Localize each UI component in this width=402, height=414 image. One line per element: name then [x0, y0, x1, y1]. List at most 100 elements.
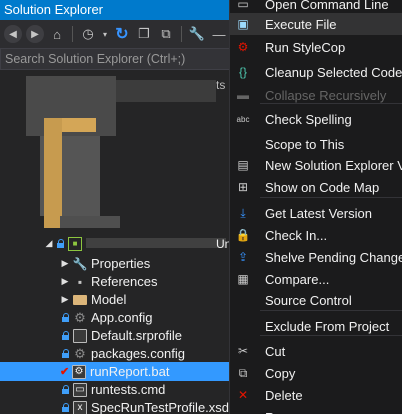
tree-item[interactable]: ▶ Model: [0, 290, 240, 309]
show-all-files-icon[interactable]: ⧉: [157, 25, 175, 43]
menu-item-execute-file[interactable]: ▣ Execute File: [230, 13, 402, 35]
copy-icon: ⧉: [238, 365, 248, 380]
menu-item-get-latest-version[interactable]: ⤓ Get Latest Version: [230, 202, 402, 224]
forward-icon[interactable]: ▶: [26, 25, 44, 43]
menu-item-delete[interactable]: ✕ Delete: [230, 384, 402, 406]
menu-item-rename[interactable]: Rename: [230, 406, 402, 414]
menu-item-label: Scope to This: [265, 136, 345, 152]
obscured-text-fragment: ts: [216, 78, 226, 92]
home-icon[interactable]: ⌂: [48, 25, 66, 43]
lock-icon: [62, 385, 70, 394]
menu-item-cut[interactable]: ✂ Cut: [230, 340, 402, 362]
menu-icon-placeholder: [230, 406, 256, 414]
collapse-icon: ▬: [237, 88, 249, 102]
menu-item-compare[interactable]: ▦ Compare...: [230, 268, 402, 290]
expand-arrow-icon[interactable]: ◢: [44, 238, 54, 249]
menu-item-label: Check Spelling: [265, 111, 352, 127]
toolbar-separator: [72, 26, 73, 42]
tree-item-label: Properties: [91, 256, 151, 271]
compare-icon: ▦: [237, 272, 249, 286]
lock-icon: [62, 331, 70, 340]
menu-item-label: Show on Code Map: [265, 179, 380, 195]
menu-item-label: Shelve Pending Changes: [265, 249, 402, 265]
tree-item-label: runtests.cmd: [91, 382, 166, 397]
tree-item[interactable]: ⚙ packages.config: [0, 344, 240, 363]
menu-item-label: Cleanup Selected Code: [265, 64, 402, 80]
menu-item-label: Exclude From Project: [265, 318, 390, 334]
expand-arrow-icon[interactable]: ▶: [60, 276, 70, 287]
pending-changes-filter-icon[interactable]: ◷: [79, 25, 97, 43]
collapse-all-icon[interactable]: ❐: [135, 25, 153, 43]
menu-item-check-in[interactable]: 🔒 Check In...: [230, 224, 402, 246]
obscured-region: [44, 118, 62, 228]
delete-icon: ✕: [237, 388, 249, 402]
menu-icon-placeholder: [230, 289, 256, 311]
lock-icon: [62, 313, 70, 322]
new-explorer-icon: ▤: [237, 158, 249, 172]
cleanup-icon: {}: [238, 65, 247, 79]
tree-item-label: SpecRunTestProfile.xsd: [91, 400, 230, 414]
tree-item-label: References: [91, 274, 158, 289]
menu-item-show-on-code-map[interactable]: ⊞ Show on Code Map: [230, 176, 402, 198]
menu-item-source-control[interactable]: Source Control: [230, 289, 402, 311]
config-file-icon: ⚙: [74, 345, 86, 361]
menu-item-label: Copy: [265, 365, 296, 381]
expand-arrow-icon[interactable]: ▶: [60, 258, 70, 269]
lock-icon: [62, 349, 70, 358]
back-icon[interactable]: ◀: [4, 25, 22, 43]
menu-item-label: Run StyleCop: [265, 39, 346, 55]
menu-item-collapse-recursively: ▬ Collapse Recursively: [230, 84, 402, 106]
project-row[interactable]: ◢ ■ Un: [0, 234, 240, 253]
tree-item[interactable]: ▶ 🔧 Properties: [0, 254, 240, 273]
properties-wrench-icon[interactable]: 🔧: [188, 25, 206, 43]
menu-item-scope-to-this[interactable]: Scope to This: [230, 133, 402, 155]
tree-item-label: runReport.bat: [90, 364, 170, 379]
tree-item[interactable]: ⚙ App.config: [0, 308, 240, 327]
spelling-icon: abc: [236, 114, 250, 124]
cut-icon: ✂: [237, 344, 249, 358]
expand-arrow-icon[interactable]: ▶: [60, 294, 70, 305]
search-input[interactable]: Search Solution Explorer (Ctrl+;): [0, 48, 240, 70]
stylecop-icon: ⚙: [237, 40, 249, 54]
menu-item-copy[interactable]: ⧉ Copy: [230, 362, 402, 384]
menu-item-exclude-from-project[interactable]: Exclude From Project: [230, 315, 402, 337]
tree-item[interactable]: ✔ ⚙ runReport.bat: [0, 362, 240, 381]
menu-item-run-stylecop[interactable]: ⚙ Run StyleCop: [230, 36, 402, 58]
batch-file-icon: ⚙: [72, 364, 86, 379]
menu-item-new-solution-explorer-v[interactable]: ▤ New Solution Explorer V: [230, 154, 402, 176]
obscured-region: [62, 118, 96, 132]
tree-item[interactable]: x SpecRunTestProfile.xsd: [0, 398, 240, 414]
tree-item[interactable]: ▶ ▪ References: [0, 272, 240, 291]
obscured-region: [116, 80, 216, 102]
menu-item-label: Collapse Recursively: [265, 87, 387, 103]
menu-item-label: Get Latest Version: [265, 205, 372, 221]
execute-file-icon: ▣: [237, 17, 249, 31]
menu-item-label: Open Command Line: [265, 0, 389, 12]
code-map-icon: ⊞: [237, 180, 249, 194]
context-menu: ▭ Open Command Line ▣ Execute File ⚙ Run Styl…: [229, 0, 402, 414]
menu-item-label: Compare...: [265, 271, 330, 287]
solution-tree: ts ◢ ■ Un ▶ 🔧 Properties ▶ ▪ References ▶ Model…: [0, 70, 240, 414]
tree-item[interactable]: ▭ runtests.cmd: [0, 380, 240, 399]
menu-item-cleanup-selected-code[interactable]: {} Cleanup Selected Code: [230, 61, 402, 83]
file-icon: [73, 328, 87, 343]
menu-item-check-spelling[interactable]: abc Check Spelling: [230, 108, 402, 130]
tree-item[interactable]: Default.srprofile: [0, 326, 240, 345]
menu-item-label: Check In...: [265, 227, 328, 243]
sync-icon[interactable]: ↻: [113, 25, 131, 43]
solution-explorer-title: Solution Explorer: [0, 0, 240, 20]
checked-out-icon: ✔: [60, 366, 70, 378]
wrench-icon: 🔧: [72, 256, 88, 271]
config-file-icon: ⚙: [74, 309, 86, 325]
dropdown-icon[interactable]: ▾: [101, 25, 109, 43]
menu-item-label: Rename: [256, 410, 314, 414]
menu-item-shelve-pending-changes[interactable]: ⇪ Shelve Pending Changes: [230, 246, 402, 268]
references-icon: ▪: [77, 274, 83, 289]
more-icon[interactable]: —: [210, 25, 228, 43]
tree-item-label: Model: [91, 292, 127, 307]
folder-icon: [73, 294, 87, 305]
get-latest-icon: ⤓: [240, 205, 246, 220]
menu-item-label: Source Control: [265, 292, 352, 308]
tree-item-label: Default.srprofile: [91, 328, 183, 343]
menu-icon-placeholder: [230, 133, 256, 155]
